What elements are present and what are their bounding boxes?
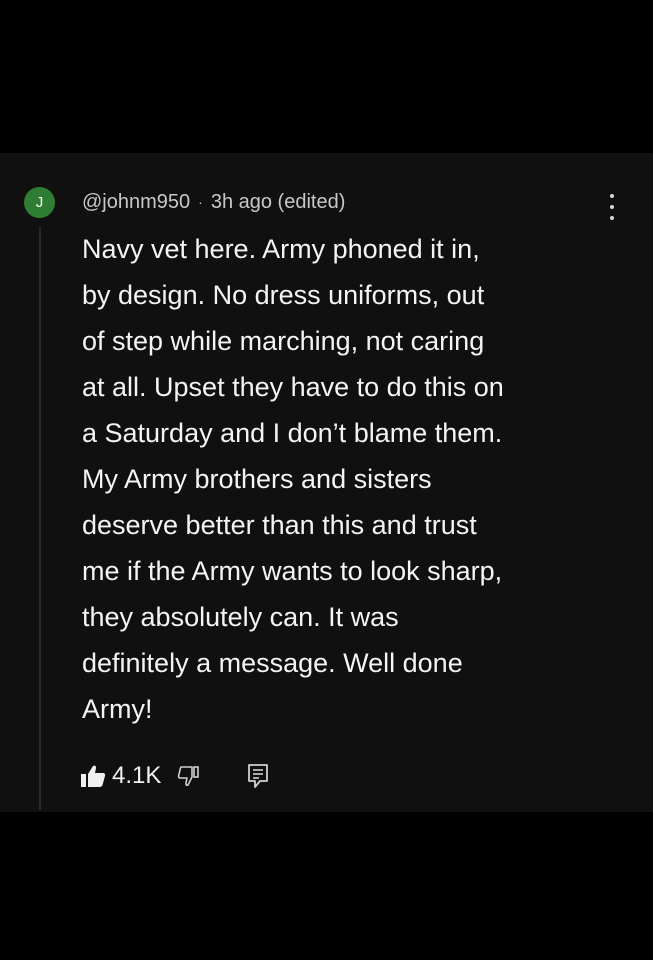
reply-button[interactable] (247, 763, 269, 789)
comment-text-line: of step while marching, not caring (82, 326, 485, 356)
comment-text-line: they absolutely can. It was (82, 602, 399, 632)
comment-actions: 4.1K (80, 759, 269, 793)
comment-text-line: definitely a message. Well done (82, 648, 463, 678)
meta-separator: · (198, 194, 203, 210)
comment-timestamp[interactable]: 3h ago (edited) (211, 191, 346, 214)
thumbs-up-filled-icon (80, 764, 106, 788)
avatar[interactable]: J (24, 187, 55, 218)
dislike-button[interactable] (177, 764, 201, 788)
avatar-letter: J (35, 194, 44, 211)
like-button[interactable]: 4.1K (80, 762, 161, 790)
like-count: 4.1K (112, 762, 162, 789)
author-handle[interactable]: @johnm950 (82, 191, 190, 214)
more-vertical-icon[interactable] (600, 190, 624, 224)
comment-text-line: My Army brothers and sisters (82, 464, 432, 494)
comment-text-line: Navy vet here. Army phoned it in, (82, 234, 480, 264)
comment-header: @johnm950 · 3h ago (edited) (82, 187, 345, 217)
comment-text-line: at all. Upset they have to do this on (82, 372, 504, 402)
comment-text-line: Army! (82, 694, 153, 724)
comment-text-line: me if the Army wants to look sharp, (82, 556, 503, 586)
comment-text-line: a Saturday and I don’t blame them. (82, 418, 503, 448)
reply-comment-icon (247, 763, 269, 789)
comment-text-line: by design. No dress uniforms, out (82, 280, 485, 310)
thread-line (39, 227, 41, 810)
comment-text-line: deserve better than this and trust (82, 510, 477, 540)
comment-text: Navy vet here. Army phoned it in, by desi… (82, 226, 642, 732)
thumbs-down-outline-icon (177, 764, 201, 788)
